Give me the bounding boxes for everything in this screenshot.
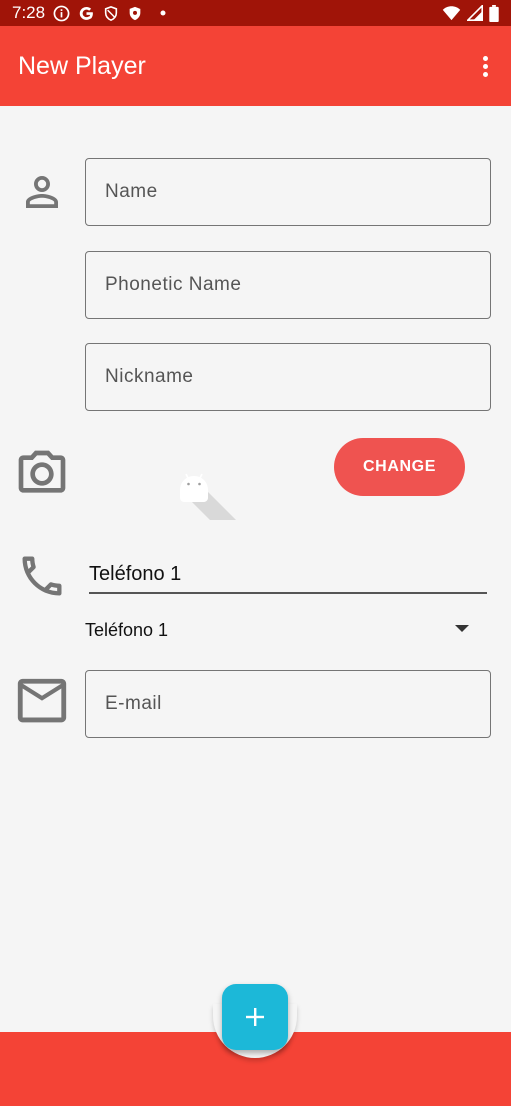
- person-icon: [18, 168, 66, 221]
- google-icon: [78, 5, 95, 22]
- email-icon: [13, 676, 71, 735]
- name-input[interactable]: [105, 181, 490, 203]
- phone-input[interactable]: [89, 562, 487, 586]
- status-time: 7:28: [12, 3, 46, 22]
- more-dot: [482, 55, 488, 61]
- change-photo-button[interactable]: CHANGE: [334, 438, 465, 496]
- player-photo: [176, 464, 240, 528]
- more-vert-icon[interactable]: [473, 54, 497, 78]
- info-icon: [53, 5, 70, 22]
- status-right: [442, 4, 499, 22]
- android-placeholder-icon: [180, 473, 236, 520]
- name-field[interactable]: [85, 158, 491, 226]
- security-icon: [127, 5, 143, 22]
- nickname-field[interactable]: [85, 343, 491, 411]
- email-field[interactable]: [85, 670, 491, 738]
- phone-type-dropdown[interactable]: Teléfono 1: [85, 614, 485, 646]
- phone-field[interactable]: [89, 556, 487, 594]
- add-icon: [246, 1008, 264, 1026]
- nickname-input[interactable]: [105, 366, 490, 388]
- camera-icon: [14, 446, 70, 507]
- email-input[interactable]: [105, 693, 490, 715]
- status-bar: 7:28: [0, 0, 511, 26]
- dropdown-arrow-icon: [455, 625, 469, 632]
- dot-icon: [159, 9, 167, 17]
- app-bar: New Player: [0, 26, 511, 106]
- phonetic-name-field[interactable]: [85, 251, 491, 319]
- more-dot: [482, 71, 488, 77]
- signal-icon: [467, 5, 483, 21]
- wifi-icon: [442, 5, 461, 21]
- phonetic-name-input[interactable]: [105, 274, 490, 296]
- phone-type-selected: Teléfono 1: [85, 619, 169, 640]
- shield-icon: [103, 5, 119, 22]
- status-left: 7:28: [12, 3, 167, 23]
- more-dot: [482, 63, 488, 69]
- phone-icon: [16, 550, 68, 607]
- page-title: New Player: [18, 51, 146, 80]
- add-button[interactable]: [222, 984, 288, 1050]
- battery-icon: [489, 4, 499, 22]
